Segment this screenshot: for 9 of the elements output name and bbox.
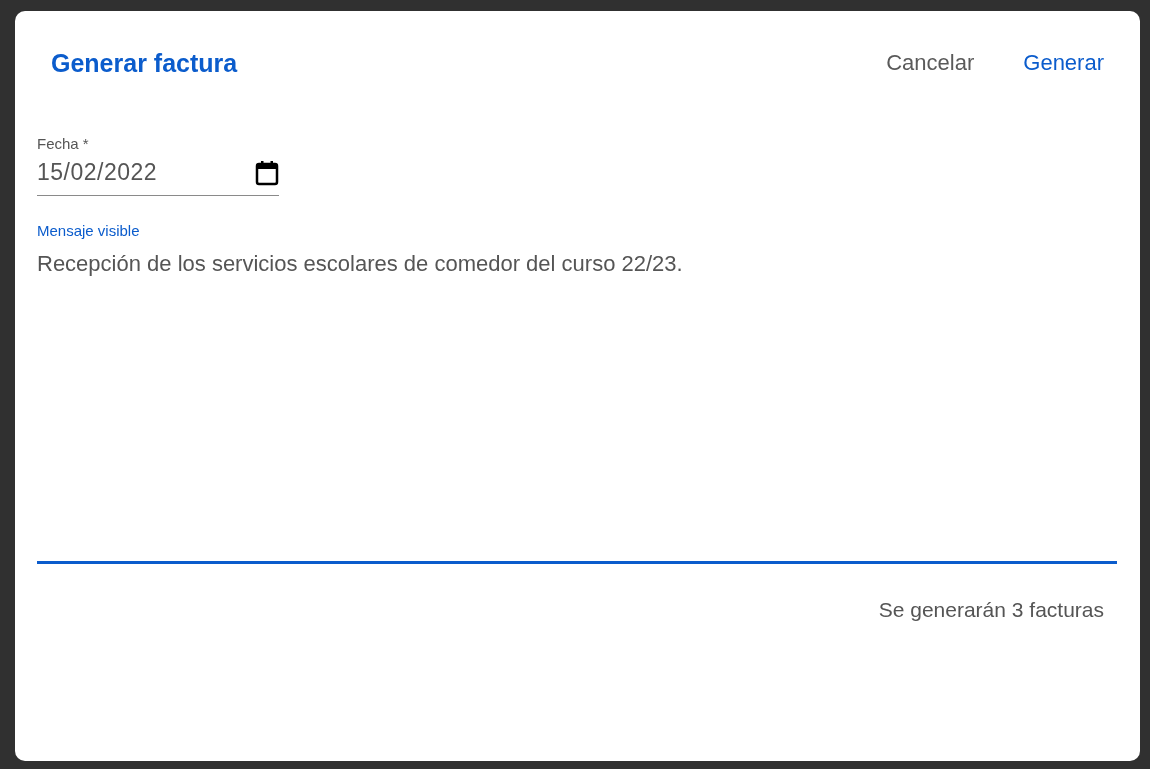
calendar-icon[interactable]: [255, 159, 279, 186]
generate-button[interactable]: Generar: [1009, 44, 1118, 82]
message-field[interactable]: Recepción de los servicios escolares de comedor del curso 22/23.: [37, 239, 1117, 564]
date-field[interactable]: 15/02/2022: [37, 154, 279, 196]
field-label: Fecha *: [37, 135, 90, 152]
invoice-count-text: Se generarán 3 facturas: [878, 598, 1104, 622]
cancel-button[interactable]: Cancelar: [872, 44, 989, 82]
field-label: Mensaje visible: [37, 222, 141, 239]
dialog-title: Generar factura: [51, 48, 239, 78]
